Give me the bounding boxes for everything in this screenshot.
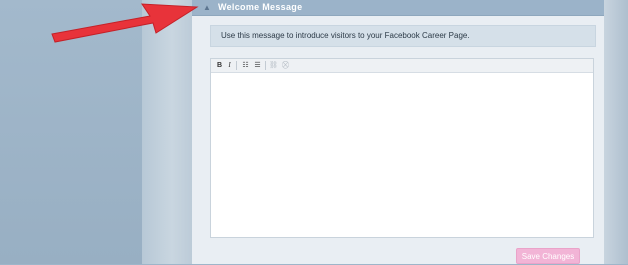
annotation-arrow-icon (51, 3, 199, 43)
